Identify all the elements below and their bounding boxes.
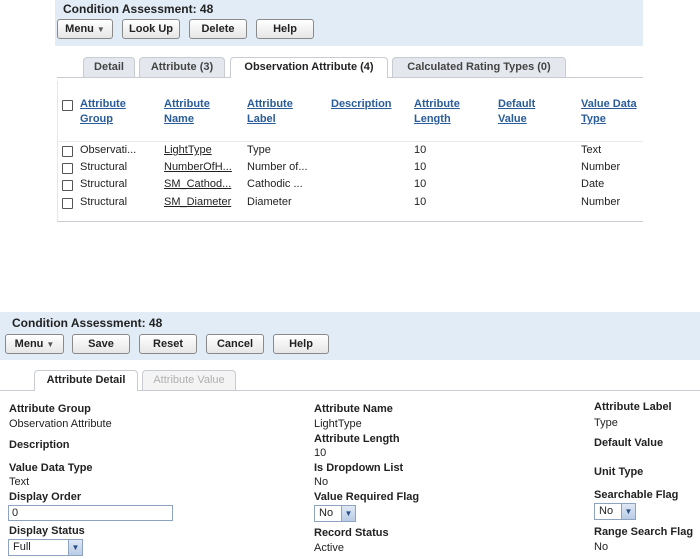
- tab-observation-attribute[interactable]: Observation Attribute (4): [230, 57, 388, 78]
- cell-value-data-type: Number: [581, 196, 621, 208]
- record-status-value: Active: [314, 542, 344, 554]
- cell-attribute-length: 10: [414, 161, 427, 173]
- cell-attribute-label: Cathodic ...: [247, 178, 303, 190]
- page-title: Condition Assessment: 48: [12, 316, 163, 330]
- display-status-label: Display Status: [9, 525, 85, 537]
- record-status-label: Record Status: [314, 527, 389, 539]
- row-divider: [57, 141, 643, 142]
- value-required-flag-select[interactable]: No ▼: [314, 505, 356, 522]
- cell-attribute-label: Type: [247, 144, 271, 156]
- column-header-attribute-group[interactable]: Attribute Group: [80, 97, 126, 127]
- display-order-label: Display Order: [9, 491, 82, 503]
- row-checkbox[interactable]: [62, 146, 73, 157]
- attribute-group-value: Observation Attribute: [9, 418, 112, 430]
- cell-attribute-label: Number of...: [247, 161, 308, 173]
- attribute-length-label: Attribute Length: [314, 433, 400, 445]
- searchable-flag-label: Searchable Flag: [594, 489, 679, 501]
- cell-attribute-name-link[interactable]: NumberOfH...: [164, 161, 232, 173]
- cell-attribute-length: 10: [414, 196, 427, 208]
- select-all-checkbox[interactable]: [62, 100, 73, 111]
- menu-button[interactable]: Menu ▼: [57, 19, 113, 39]
- attribute-label-label: Attribute Label: [594, 401, 672, 413]
- list-view-panel: Condition Assessment: 48 Menu ▼ Look Up D…: [0, 0, 700, 300]
- chevron-down-icon: ▼: [96, 25, 105, 34]
- column-header-attribute-length[interactable]: Attribute Length: [414, 97, 460, 127]
- description-label: Description: [9, 439, 70, 451]
- tab-calculated-rating-types[interactable]: Calculated Rating Types (0): [392, 57, 566, 77]
- cell-value-data-type: Number: [581, 161, 621, 173]
- page-title: Condition Assessment: 48: [63, 2, 214, 16]
- display-order-input[interactable]: [8, 505, 173, 521]
- value-data-type-label: Value Data Type: [9, 462, 93, 474]
- cell-attribute-name-link[interactable]: SM_Cathod...: [164, 178, 231, 190]
- chevron-down-icon: ▼: [621, 504, 635, 519]
- default-value-label: Default Value: [594, 437, 664, 449]
- cancel-button[interactable]: Cancel: [206, 334, 264, 354]
- look-up-button[interactable]: Look Up: [122, 19, 180, 39]
- column-header-description[interactable]: Description: [331, 97, 392, 112]
- row-checkbox[interactable]: [62, 198, 73, 209]
- cell-attribute-group: Structural: [80, 161, 128, 173]
- cell-attribute-group: Structural: [80, 178, 128, 190]
- display-status-select[interactable]: Full ▼: [8, 539, 83, 556]
- value-data-type-value: Text: [9, 476, 30, 488]
- value-required-flag-label: Value Required Flag: [314, 491, 420, 503]
- cell-attribute-group: Observati...: [80, 144, 137, 156]
- searchable-flag-select[interactable]: No ▼: [594, 503, 636, 520]
- detail-view-panel: Condition Assessment: 48 Menu ▼ Save Rese…: [0, 312, 700, 559]
- attribute-group-label: Attribute Group: [9, 403, 91, 415]
- tab-detail[interactable]: Detail: [83, 57, 135, 77]
- unit-type-label: Unit Type: [594, 466, 644, 478]
- tab-attribute-detail[interactable]: Attribute Detail: [34, 370, 138, 391]
- row-checkbox[interactable]: [62, 180, 73, 191]
- cell-attribute-group: Structural: [80, 196, 128, 208]
- cell-attribute-name-link[interactable]: SM_Diameter: [164, 196, 231, 208]
- cell-value-data-type: Date: [581, 178, 605, 190]
- menu-button[interactable]: Menu ▼: [5, 334, 64, 354]
- cell-value-data-type: Text: [581, 144, 602, 156]
- tab-attribute[interactable]: Attribute (3): [139, 57, 225, 77]
- cell-attribute-label: Diameter: [247, 196, 292, 208]
- save-button[interactable]: Save: [72, 334, 130, 354]
- column-header-attribute-label[interactable]: Attribute Label: [247, 97, 293, 127]
- cell-attribute-length: 10: [414, 178, 427, 190]
- attribute-name-value: LightType: [314, 418, 362, 430]
- column-header-default-value[interactable]: Default Value: [498, 97, 535, 127]
- column-header-attribute-name[interactable]: Attribute Name: [164, 97, 210, 127]
- is-dropdown-list-value: No: [314, 476, 329, 488]
- tab-attribute-value[interactable]: Attribute Value: [142, 370, 236, 390]
- row-checkbox[interactable]: [62, 163, 73, 174]
- range-search-flag-value: No: [594, 541, 609, 553]
- range-search-flag-label: Range Search Flag: [594, 526, 694, 538]
- column-header-value-data-type[interactable]: Value Data Type: [581, 97, 637, 127]
- chevron-down-icon: ▼: [46, 340, 55, 349]
- help-button[interactable]: Help: [256, 19, 314, 39]
- reset-button[interactable]: Reset: [139, 334, 197, 354]
- cell-attribute-name-link[interactable]: LightType: [164, 144, 212, 156]
- attribute-length-value: 10: [314, 447, 327, 459]
- chevron-down-icon: ▼: [68, 540, 82, 555]
- is-dropdown-list-label: Is Dropdown List: [314, 462, 404, 474]
- help-button[interactable]: Help: [273, 334, 329, 354]
- delete-button[interactable]: Delete: [189, 19, 247, 39]
- chevron-down-icon: ▼: [341, 506, 355, 521]
- attribute-name-label: Attribute Name: [314, 403, 393, 415]
- attribute-label-value: Type: [594, 417, 618, 429]
- cell-attribute-length: 10: [414, 144, 427, 156]
